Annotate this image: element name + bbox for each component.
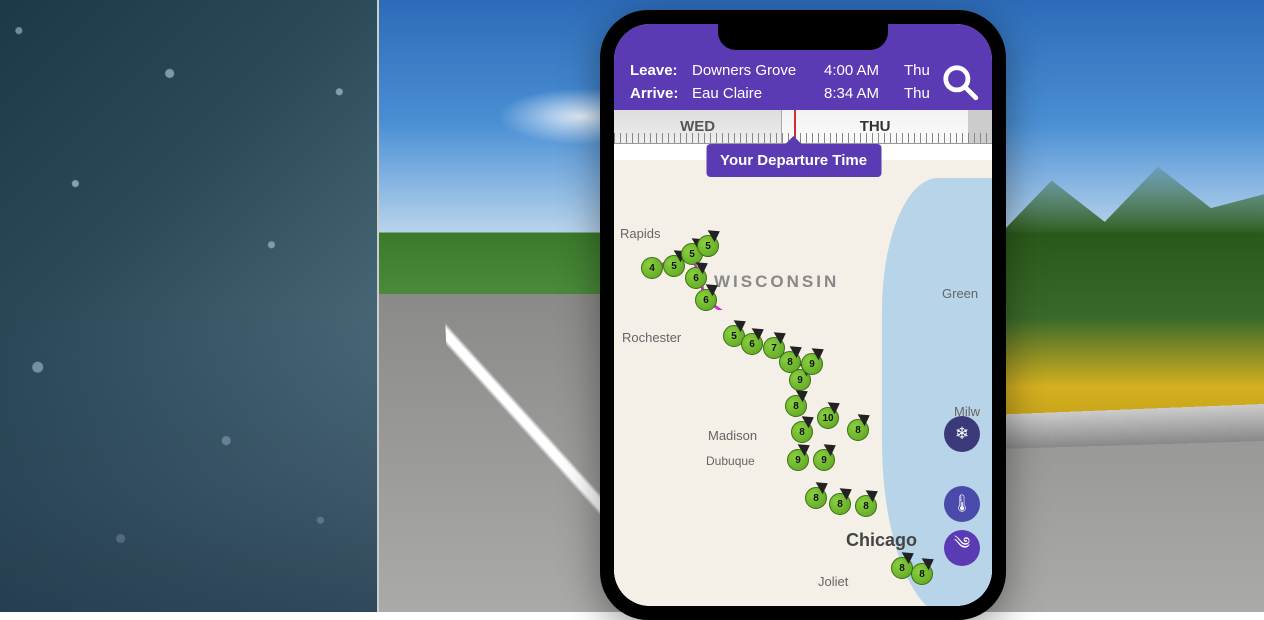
leave-time: 4:00 AM bbox=[824, 62, 896, 79]
day-segment-wed[interactable]: WED bbox=[614, 110, 782, 143]
city-label-rochester: Rochester bbox=[622, 330, 681, 345]
waypoint-marker[interactable]: 6 bbox=[741, 333, 763, 355]
day-segment-thu[interactable]: THU bbox=[782, 110, 968, 143]
city-label-dubuque: Dubuque bbox=[706, 454, 755, 468]
leave-row[interactable]: Leave: Downers Grove 4:00 AM Thu bbox=[630, 62, 938, 79]
map-area[interactable]: WISCONSIN Rapids Green Rochester Madison… bbox=[614, 160, 992, 606]
arrive-day: Thu bbox=[904, 85, 938, 102]
arrive-time: 8:34 AM bbox=[824, 85, 896, 102]
city-label-chicago: Chicago bbox=[846, 530, 917, 551]
wind-icon[interactable]: ༄ bbox=[944, 530, 980, 566]
waypoint-marker[interactable]: 8 bbox=[891, 557, 913, 579]
day-ruler[interactable]: WED THU Your Departure Time bbox=[614, 110, 992, 144]
search-icon bbox=[941, 63, 979, 101]
waypoint-marker[interactable]: 8 bbox=[847, 419, 869, 441]
route-path bbox=[614, 160, 914, 310]
phone-mockup: Leave: Downers Grove 4:00 AM Thu Arrive:… bbox=[600, 10, 1006, 620]
leave-location: Downers Grove bbox=[692, 62, 816, 79]
city-label-joliet: Joliet bbox=[818, 574, 848, 589]
arrive-label: Arrive: bbox=[630, 85, 684, 102]
waypoint-marker[interactable]: 6 bbox=[695, 289, 717, 311]
leave-label: Leave: bbox=[630, 62, 684, 79]
waypoint-marker[interactable]: 8 bbox=[805, 487, 827, 509]
route-info: Leave: Downers Grove 4:00 AM Thu Arrive:… bbox=[630, 62, 938, 102]
city-label-madison: Madison bbox=[708, 428, 757, 443]
waypoint-marker[interactable]: 8 bbox=[829, 493, 851, 515]
waypoint-marker[interactable]: 4 bbox=[641, 257, 663, 279]
rainy-road-photo bbox=[0, 0, 379, 612]
phone-notch bbox=[718, 24, 888, 50]
arrive-row[interactable]: Arrive: Eau Claire 8:34 AM Thu bbox=[630, 85, 938, 102]
snow-icon[interactable]: ❄ bbox=[944, 416, 980, 452]
waypoint-marker[interactable]: 8 bbox=[855, 495, 877, 517]
waypoint-marker[interactable]: 8 bbox=[911, 563, 933, 585]
arrive-location: Eau Claire bbox=[692, 85, 816, 102]
search-button[interactable] bbox=[938, 60, 982, 104]
waypoint-marker[interactable]: 9 bbox=[801, 353, 823, 375]
temperature-icon[interactable]: 🌡 bbox=[944, 486, 980, 522]
departure-tooltip: Your Departure Time bbox=[706, 144, 881, 177]
city-label-green: Green bbox=[942, 286, 978, 301]
waypoint-marker[interactable]: 9 bbox=[813, 449, 835, 471]
waypoint-marker[interactable]: 10 bbox=[817, 407, 839, 429]
day-segment-next[interactable] bbox=[968, 110, 992, 143]
phone-screen: Leave: Downers Grove 4:00 AM Thu Arrive:… bbox=[614, 24, 992, 606]
leave-day: Thu bbox=[904, 62, 938, 79]
waypoint-marker[interactable]: 6 bbox=[685, 267, 707, 289]
waypoint-marker[interactable]: 9 bbox=[787, 449, 809, 471]
